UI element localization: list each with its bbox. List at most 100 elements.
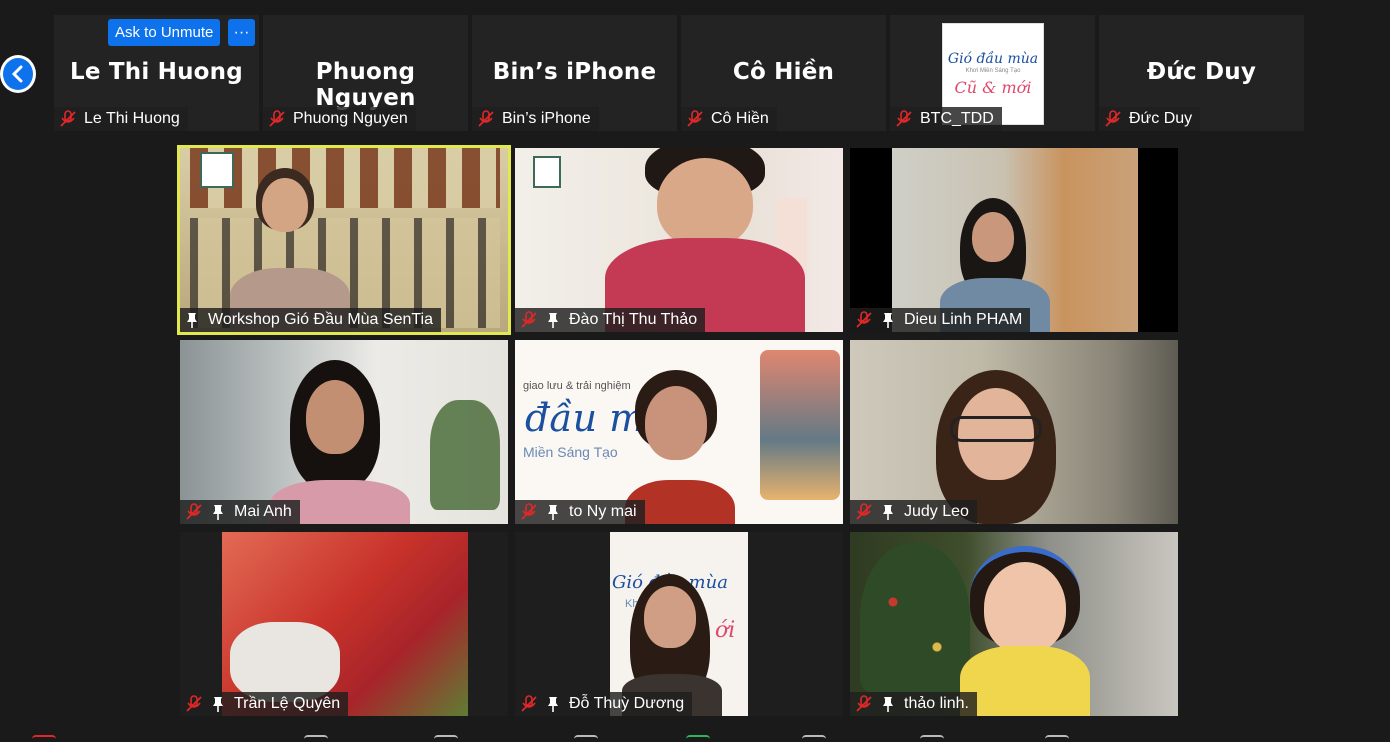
participant-display-name: Le Thi Huong: [70, 59, 243, 85]
backdrop-text-3: ới: [715, 618, 736, 643]
participant-name: Dieu Linh PHAM: [904, 311, 1023, 328]
mic-muted-icon: [856, 311, 872, 328]
strip-tile-phuong-nguyen[interactable]: Phuong Nguyen Phuong Nguyen: [263, 15, 468, 131]
mic-muted-icon: [521, 695, 537, 712]
participant-name: Đào Thị Thu Thảo: [569, 311, 698, 328]
participant-display-name: Bin’s iPhone: [492, 59, 657, 85]
mic-muted-icon: [521, 503, 537, 520]
video-tile-workshop[interactable]: Workshop Gió Đầu Mùa SenTia: [177, 145, 511, 335]
security-button[interactable]: [304, 735, 328, 742]
participant-name-label: Le Thi Huong: [54, 107, 188, 131]
pin-icon: [187, 313, 197, 328]
participant-name: BTC_TDD: [920, 110, 994, 127]
more-options-button[interactable]: ···: [228, 19, 255, 46]
video-tile-dieu-linh-pham[interactable]: Dieu Linh PHAM: [850, 148, 1178, 332]
participant-name-label: Dieu Linh PHAM: [850, 308, 1031, 332]
participant-name-label: Bin’s iPhone: [472, 107, 599, 131]
pin-icon: [548, 505, 558, 520]
participant-name: thảo linh.: [904, 695, 969, 712]
participant-name: Phuong Nguyen: [293, 110, 408, 127]
participant-name: to Ny mai: [569, 503, 637, 520]
zoom-gallery-view: Le Thi Huong Le Thi Huong Ask to Unmute …: [0, 0, 1390, 742]
participant-name: Bin’s iPhone: [502, 110, 591, 127]
participant-name-label: Đào Thị Thu Thảo: [515, 308, 706, 332]
mic-muted-icon: [186, 695, 202, 712]
participant-name-label: Đỗ Thuỳ Dương: [515, 692, 693, 716]
participant-name-label: Phuong Nguyen: [263, 107, 416, 131]
video-tile-thao-linh[interactable]: thảo linh.: [850, 532, 1178, 716]
video-feed: [850, 148, 1178, 332]
mic-muted-icon: [521, 311, 537, 328]
participant-display-name: Đức Duy: [1146, 59, 1257, 85]
video-feed: giao lưu & trải nghiệm đầu mù Miền Sáng …: [515, 340, 843, 524]
mic-muted-icon: [60, 110, 76, 127]
participant-name-label: BTC_TDD: [890, 107, 1002, 131]
ask-to-unmute-button[interactable]: Ask to Unmute: [108, 19, 221, 46]
pin-icon: [883, 313, 893, 328]
video-feed: [515, 148, 843, 332]
mic-muted-icon: [186, 503, 202, 520]
logo-line-1: Gió đầu mùa: [947, 51, 1039, 67]
strip-tile-bins-iphone[interactable]: Bin’s iPhone Bin’s iPhone: [472, 15, 677, 131]
participant-name-label: Judy Leo: [850, 500, 977, 524]
participant-name: Workshop Gió Đầu Mùa SenTia: [208, 311, 433, 328]
participant-display-name: Phuong Nguyen: [315, 59, 416, 111]
mic-muted-icon: [687, 110, 703, 127]
participant-name: Đỗ Thuỳ Dương: [569, 695, 685, 712]
chat-button[interactable]: [574, 735, 598, 742]
strip-tile-btc-tdd[interactable]: Gió đầu mùa Khơi Miền Sáng Tạo Cũ & mới …: [890, 15, 1095, 131]
video-tile-judy-leo[interactable]: Judy Leo: [850, 340, 1178, 524]
participants-button[interactable]: [434, 735, 458, 742]
mic-muted-icon: [269, 110, 285, 127]
participant-name: Đức Duy: [1129, 110, 1193, 127]
record-button[interactable]: [802, 735, 826, 742]
breakout-rooms-button[interactable]: [920, 735, 944, 742]
video-feed: [180, 532, 508, 716]
logo-line-3: Cũ & mới: [954, 78, 1032, 97]
previous-page-button[interactable]: [0, 55, 36, 93]
pin-icon: [883, 697, 893, 712]
participant-name: Judy Leo: [904, 503, 969, 520]
backdrop-text-3: Miền Sáng Tạo: [523, 444, 618, 460]
video-feed: [850, 532, 1178, 716]
mic-muted-icon: [856, 503, 872, 520]
participant-name: Trần Lệ Quyên: [234, 695, 341, 712]
video-tile-to-ny-mai[interactable]: giao lưu & trải nghiệm đầu mù Miền Sáng …: [515, 340, 843, 524]
pin-icon: [883, 505, 893, 520]
mute-button[interactable]: [32, 735, 56, 742]
mic-muted-icon: [856, 695, 872, 712]
video-tile-do-thuy-duong[interactable]: Gió đầu mùa Khơi Tạo ới Đỗ Thuỳ Dương: [515, 532, 843, 716]
participant-display-name: Cô Hiền: [732, 59, 835, 85]
strip-tile-co-hien[interactable]: Cô Hiền Cô Hiền: [681, 15, 886, 131]
participant-name: Le Thi Huong: [84, 110, 180, 127]
participant-name-label: Workshop Gió Đầu Mùa SenTia: [180, 308, 441, 332]
strip-tile-duc-duy[interactable]: Đức Duy Đức Duy: [1099, 15, 1304, 131]
participant-name-label: thảo linh.: [850, 692, 977, 716]
reactions-button[interactable]: [1045, 735, 1069, 742]
pin-icon: [548, 697, 558, 712]
logo-line-2: Khơi Miền Sáng Tạo: [965, 68, 1021, 74]
mic-muted-icon: [478, 110, 494, 127]
participant-name-label: Trần Lệ Quyên: [180, 692, 349, 716]
share-screen-button[interactable]: [686, 735, 710, 742]
participant-name-label: to Ny mai: [515, 500, 645, 524]
participant-name-label: Đức Duy: [1099, 107, 1201, 131]
participant-name: Cô Hiền: [711, 110, 769, 127]
video-feed: Gió đầu mùa Khơi Tạo ới: [515, 532, 843, 716]
backdrop-text-1: giao lưu & trải nghiệm: [523, 380, 631, 392]
mic-muted-icon: [1105, 110, 1121, 127]
video-feed: [180, 148, 508, 332]
video-tile-tran-le-quyen[interactable]: Trần Lệ Quyên: [180, 532, 508, 716]
mic-muted-icon: [896, 110, 912, 127]
participant-name-label: Mai Anh: [180, 500, 300, 524]
participant-name: Mai Anh: [234, 503, 292, 520]
video-tile-dao-thi-thu-thao[interactable]: Đào Thị Thu Thảo: [515, 148, 843, 332]
participant-name-label: Cô Hiền: [681, 107, 777, 131]
pin-icon: [213, 697, 223, 712]
pin-icon: [548, 313, 558, 328]
video-tile-mai-anh[interactable]: Mai Anh: [180, 340, 508, 524]
video-feed: [850, 340, 1178, 524]
chevron-left-icon: [11, 65, 23, 83]
video-feed: [180, 340, 508, 524]
pin-icon: [213, 505, 223, 520]
